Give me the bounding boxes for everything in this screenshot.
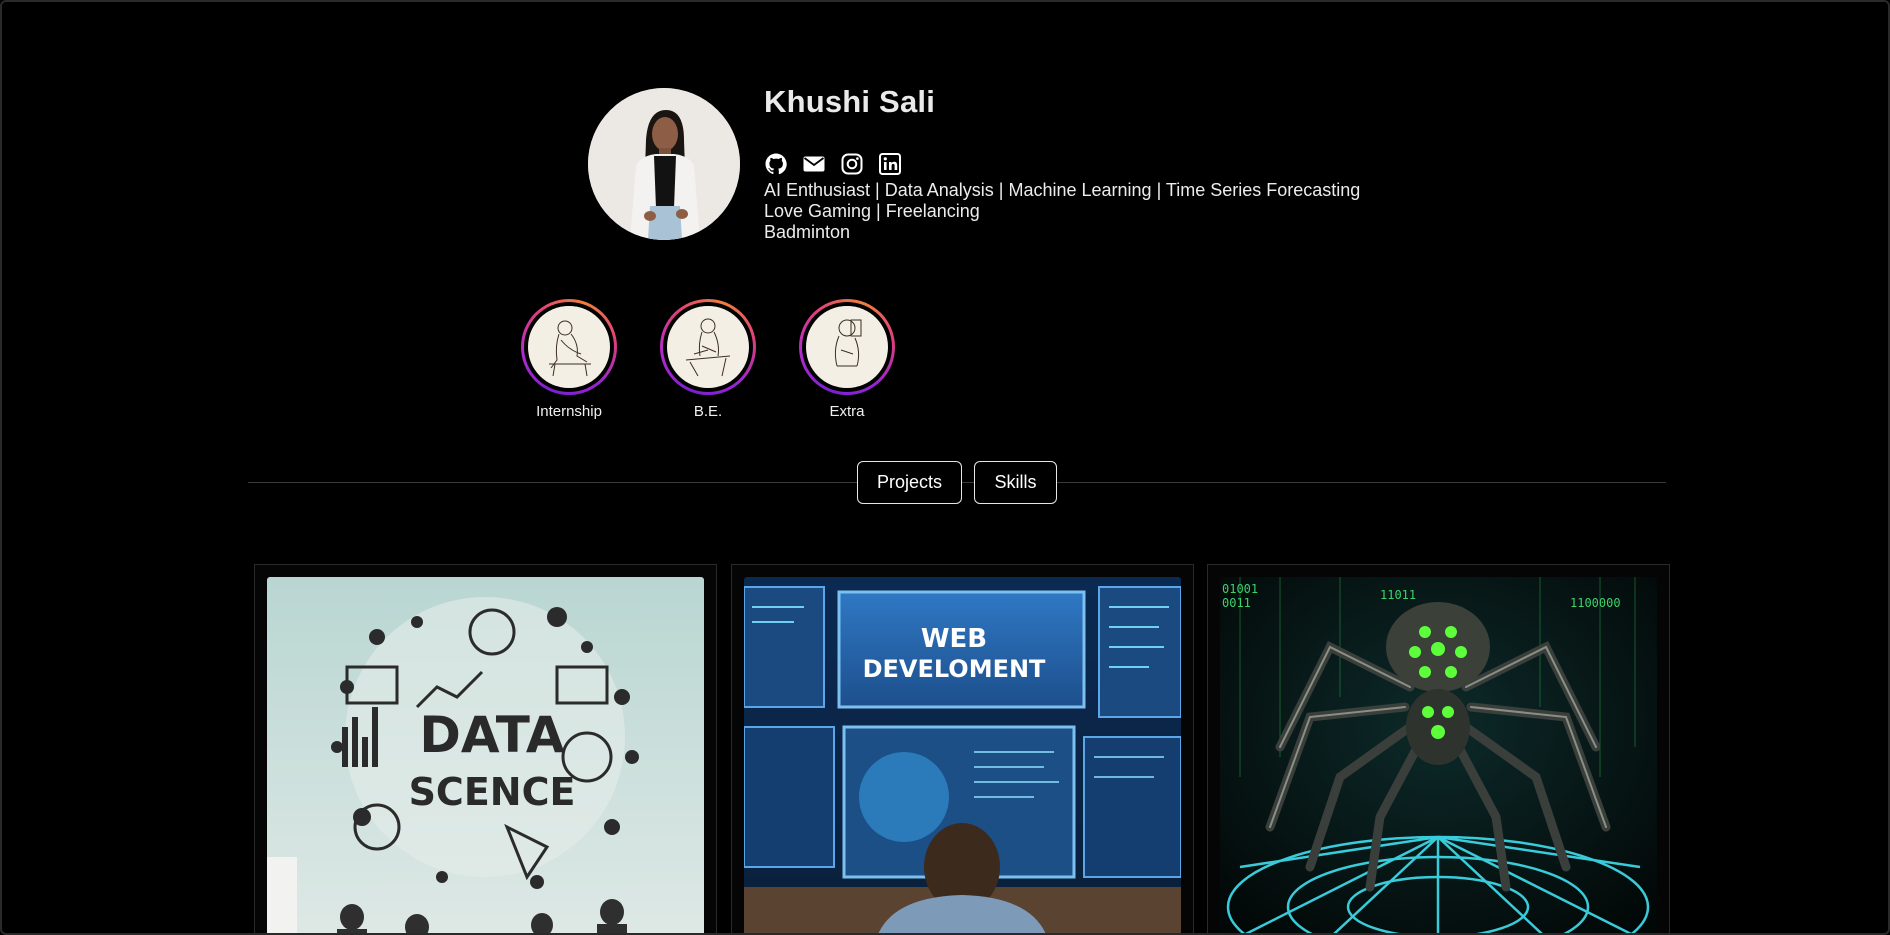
image-code-text: 01001 xyxy=(1222,582,1258,596)
highlight-extra[interactable]: Extra xyxy=(777,299,917,420)
project-image: 01001 0011 11011 1100000 xyxy=(1220,577,1657,933)
instagram-icon[interactable] xyxy=(840,152,864,176)
tab-projects[interactable]: Projects xyxy=(857,461,962,504)
app-window: Khushi Sali AI Enthusiast | Data Analysi… xyxy=(0,0,1890,935)
image-code-text: 1100000 xyxy=(1570,596,1621,610)
sketch-illustration xyxy=(528,306,610,388)
avatar-photo xyxy=(588,88,740,240)
highlight-internship[interactable]: Internship xyxy=(499,299,639,420)
image-caption: SCENCE xyxy=(409,770,576,814)
profile-name: Khushi Sali xyxy=(764,84,936,119)
bio-line: AI Enthusiast | Data Analysis | Machine … xyxy=(764,180,1361,200)
project-image: DATA SCENCE xyxy=(267,577,704,933)
bio-line: Badminton xyxy=(764,222,851,242)
linkedin-icon[interactable] xyxy=(878,152,902,176)
highlight-ring xyxy=(799,299,895,395)
sketch-illustration xyxy=(806,306,888,388)
tab-skills[interactable]: Skills xyxy=(974,461,1057,504)
project-card-data-science[interactable]: DATA SCENCE xyxy=(254,564,717,933)
highlight-be[interactable]: B.E. xyxy=(638,299,778,420)
highlight-label: Internship xyxy=(536,403,602,420)
image-caption: WEB xyxy=(921,624,987,654)
project-card-cyber-spider[interactable]: 01001 0011 11011 1100000 xyxy=(1207,564,1670,933)
github-icon[interactable] xyxy=(764,152,788,176)
project-card-web-development[interactable]: WEB DEVELOMENT xyxy=(731,564,1194,933)
profile-bio: AI Enthusiast | Data Analysis | Machine … xyxy=(764,180,1360,243)
project-image: WEB DEVELOMENT xyxy=(744,577,1181,933)
email-icon[interactable] xyxy=(802,152,826,176)
bio-line: Love Gaming | Freelancing xyxy=(764,201,980,221)
highlight-label: Extra xyxy=(829,403,865,420)
profile-avatar[interactable] xyxy=(588,88,740,240)
image-caption: DEVELOMENT xyxy=(863,655,1046,683)
social-links xyxy=(764,152,902,176)
highlight-label: B.E. xyxy=(693,403,723,420)
highlight-ring xyxy=(521,299,617,395)
image-code-text: 11011 xyxy=(1380,588,1416,602)
image-caption: DATA xyxy=(419,706,565,764)
image-code-text: 0011 xyxy=(1222,596,1251,610)
sketch-illustration xyxy=(667,306,749,388)
highlight-ring xyxy=(660,299,756,395)
